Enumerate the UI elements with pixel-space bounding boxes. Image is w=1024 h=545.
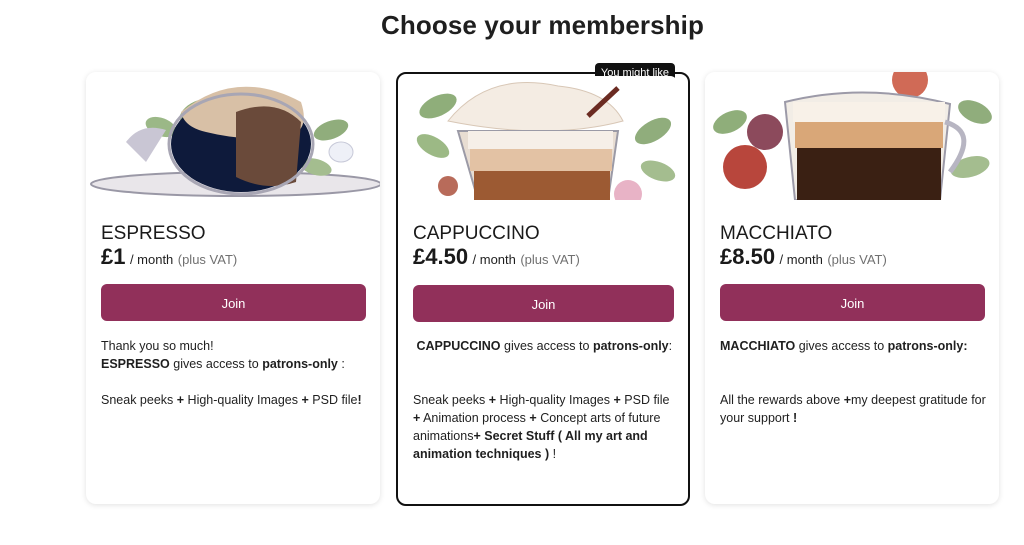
tier-card-cappuccino: You might like CAPPUCCINO £4.50 / month … [396,63,690,506]
tier-description: CAPPUCCINO gives access to patrons-only:… [413,337,673,463]
tier-price: £4.50 [413,244,469,269]
price-row: £1 / month (plus VAT) [101,244,237,270]
join-button-macchiato[interactable]: Join [720,284,985,321]
tier-price: £8.50 [720,244,776,269]
macchiato-illustration [705,72,999,200]
tier-name: ESPRESSO [101,223,206,244]
vat-note: (plus VAT) [177,252,238,267]
tier-access: ESPRESSO gives access to patrons-only : [101,357,345,371]
tier-intro: Thank you so much! [101,339,214,353]
price-period: / month [779,252,823,267]
tier-name: CAPPUCCINO [413,223,540,244]
tier-card-macchiato: MACCHIATO £8.50 / month (plus VAT) Join … [705,72,999,504]
tier-description: MACCHIATO gives access to patrons-only: … [720,337,986,427]
vat-note: (plus VAT) [827,252,887,267]
vat-note: (plus VAT) [520,252,580,267]
tier-access: CAPPUCCINO gives access to patrons-only: [416,339,673,353]
tier-perks: All the rewards above +my deepest gratit… [720,393,986,425]
price-row: £8.50 / month (plus VAT) [720,244,887,270]
tier-perks: Sneak peeks + High-quality Images + PSD … [413,393,670,461]
tier-name: MACCHIATO [720,223,833,244]
tier-access: MACCHIATO gives access to patrons-only: [720,339,968,353]
price-period: / month [129,252,174,267]
price-row: £4.50 / month (plus VAT) [413,244,580,270]
tier-perks: Sneak peeks + High-quality Images + PSD … [101,393,362,407]
tier-card-espresso: ESPRESSO £1 / month (plus VAT) Join Than… [86,72,380,504]
espresso-illustration [86,72,380,200]
tier-description: Thank you so much! ESPRESSO gives access… [101,337,367,409]
tier-price: £1 [101,244,126,269]
price-period: / month [472,252,516,267]
page-title: Choose your membership [381,10,704,40]
join-button-espresso[interactable]: Join [101,284,366,321]
cappuccino-illustration [408,76,678,200]
join-button-cappuccino[interactable]: Join [413,285,674,322]
